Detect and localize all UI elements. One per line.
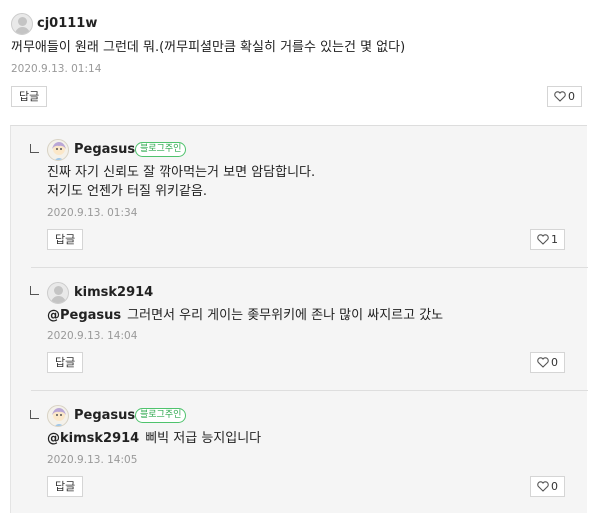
comment-date: 2020.9.13. 01:14 bbox=[11, 63, 102, 75]
reply-button[interactable]: 답글 bbox=[47, 352, 84, 373]
like-count: 0 bbox=[568, 90, 575, 103]
reply-button[interactable]: 답글 bbox=[47, 476, 84, 497]
reply-list: Pegasus 블로그주인 진짜 자기 신뢰도 잘 깎아먹는거 보면 암담합니다… bbox=[10, 125, 588, 513]
reply-text: 삐빅 저급 능지입니다 bbox=[145, 431, 262, 446]
comment-author[interactable]: cj0111w bbox=[37, 16, 97, 32]
reply-divider bbox=[31, 390, 588, 391]
like-button[interactable]: 0 bbox=[547, 86, 582, 107]
reply-indicator-icon bbox=[30, 410, 39, 419]
reply-indicator-icon bbox=[30, 144, 39, 153]
comment-content: 꺼무애들이 원래 그런데 뭐.(꺼무피셜만큼 확실히 거를수 있는건 몇 없다) bbox=[11, 40, 406, 55]
like-count: 0 bbox=[551, 480, 558, 493]
like-count: 0 bbox=[551, 356, 558, 369]
reply-date: 2020.9.13. 14:04 bbox=[47, 330, 138, 342]
avatar-default-icon[interactable] bbox=[11, 13, 33, 35]
heart-outline-icon bbox=[554, 91, 566, 102]
blog-owner-badge: 블로그주인 bbox=[135, 142, 187, 157]
reply-button[interactable]: 답글 bbox=[47, 229, 84, 250]
like-button[interactable]: 1 bbox=[530, 229, 565, 250]
character-avatar-icon[interactable] bbox=[47, 405, 69, 427]
heart-outline-icon bbox=[537, 234, 549, 245]
reply-author[interactable]: Pegasus bbox=[74, 142, 135, 158]
like-button[interactable]: 0 bbox=[530, 352, 565, 373]
like-button[interactable]: 0 bbox=[530, 476, 565, 497]
reply-content: @Pegasus 그러면서 우리 게이는 좆무위키에 존나 많이 싸지르고 갔노 bbox=[47, 306, 443, 325]
reply-content-line: 진짜 자기 신뢰도 잘 깎아먹는거 보면 암담합니다. bbox=[47, 165, 316, 180]
reply-text: 그러면서 우리 게이는 좆무위키에 존나 많이 싸지르고 갔노 bbox=[127, 308, 444, 323]
reply-author[interactable]: Pegasus bbox=[74, 408, 135, 424]
mention-link[interactable]: @Pegasus bbox=[47, 308, 121, 323]
heart-outline-icon bbox=[537, 357, 549, 368]
reply-date: 2020.9.13. 01:34 bbox=[47, 207, 138, 219]
reply-date: 2020.9.13. 14:05 bbox=[47, 454, 138, 466]
reply-author[interactable]: kimsk2914 bbox=[74, 285, 153, 301]
like-count: 1 bbox=[551, 233, 558, 246]
reply-content-line: 저기도 언젠가 터질 위키같음. bbox=[47, 184, 208, 199]
reply-button[interactable]: 답글 bbox=[11, 86, 48, 107]
heart-outline-icon bbox=[537, 481, 549, 492]
reply-content: @kimsk2914 삐빅 저급 능지입니다 bbox=[47, 429, 261, 448]
mention-link[interactable]: @kimsk2914 bbox=[47, 431, 139, 446]
reply-indicator-icon bbox=[30, 286, 39, 295]
character-avatar-icon[interactable] bbox=[47, 139, 69, 161]
blog-owner-badge: 블로그주인 bbox=[135, 408, 187, 423]
avatar-default-icon[interactable] bbox=[47, 282, 69, 304]
reply-divider bbox=[31, 267, 588, 268]
